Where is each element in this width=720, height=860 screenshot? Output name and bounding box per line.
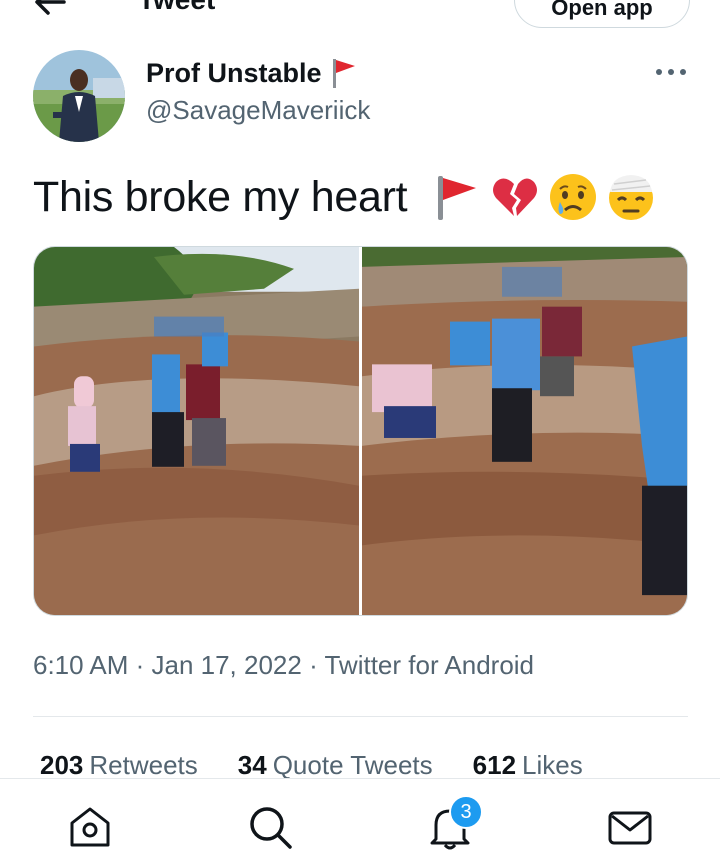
tweet-photo-2[interactable] [362, 247, 687, 615]
likes-stat[interactable]: 612 Likes [473, 750, 583, 781]
red-flag-icon [332, 59, 355, 88]
retweets-label: Retweets [89, 750, 198, 780]
author-name[interactable]: Prof Unstable [146, 58, 322, 89]
red-flag-emoji-icon [438, 176, 477, 220]
avatar[interactable] [33, 50, 125, 142]
likes-count: 612 [472, 750, 517, 780]
divider [33, 716, 688, 717]
open-app-button[interactable]: Open app [514, 0, 690, 28]
tweet-stats: 203 Retweets 34 Quote Tweets 612 Likes [40, 750, 623, 781]
arrow-left-icon[interactable] [30, 0, 70, 22]
tweet-text-row: This broke my heart [33, 172, 656, 222]
crying-face-icon [550, 174, 597, 220]
quote-tweets-count: 34 [237, 750, 267, 780]
bottom-navigation: 3 [0, 778, 720, 860]
face-with-head-bandage-icon [609, 175, 654, 220]
quote-tweets-label: Quote Tweets [272, 750, 433, 780]
tweet-media[interactable] [33, 246, 688, 616]
tweet-timestamp[interactable]: 6:10 AM · Jan 17, 2022 · Twitter for And… [33, 650, 534, 681]
author-name-row: Prof Unstable [146, 57, 357, 89]
top-bar: Tweet Open app [0, 0, 720, 38]
retweets-stat[interactable]: 203 Retweets [40, 750, 198, 781]
likes-label: Likes [522, 750, 583, 780]
tweet-photo-1[interactable] [34, 247, 359, 615]
quote-tweets-stat[interactable]: 34 Quote Tweets [238, 750, 433, 781]
notification-badge: 3 [449, 795, 483, 829]
search-icon[interactable] [246, 803, 294, 851]
more-options-icon[interactable] [654, 60, 688, 84]
retweets-count: 203 [40, 750, 84, 780]
home-icon[interactable] [66, 803, 114, 851]
messages-icon[interactable] [606, 803, 654, 851]
page-title: Tweet [138, 0, 215, 16]
broken-heart-icon [493, 178, 538, 216]
author-handle[interactable]: @SavageMaveriick [146, 95, 370, 126]
tweet-text: This broke my heart [33, 172, 408, 221]
